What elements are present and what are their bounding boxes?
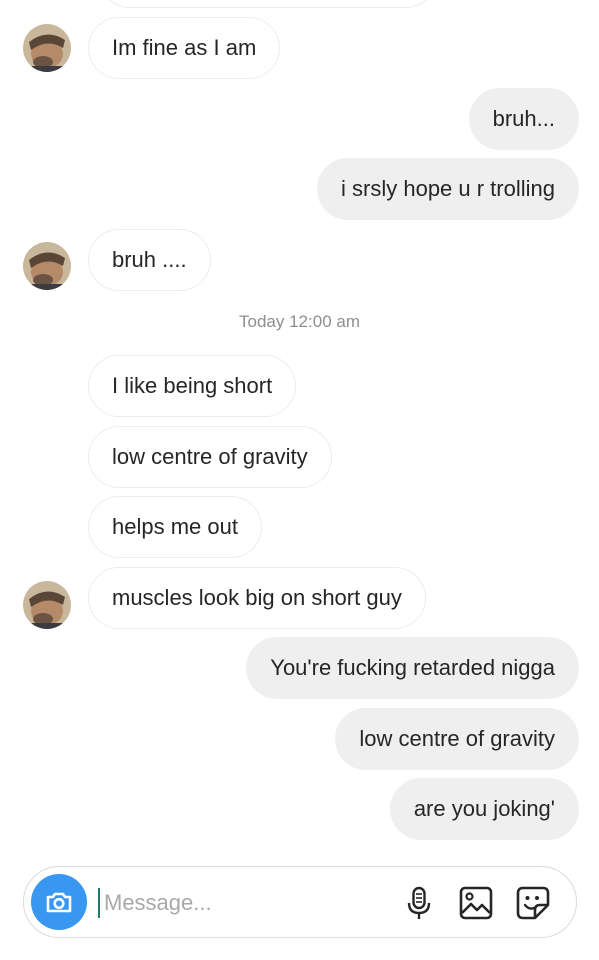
sticker-icon [516, 886, 550, 920]
outgoing-message[interactable]: i srsly hope u r trolling [317, 158, 579, 220]
camera-button[interactable] [31, 874, 87, 930]
microphone-icon [407, 886, 431, 919]
profile-photo-icon [23, 581, 71, 629]
incoming-message[interactable]: bruh .... [88, 229, 211, 291]
incoming-message[interactable]: I like being short [88, 355, 297, 417]
incoming-message[interactable]: low centre of gravity [88, 426, 332, 488]
outgoing-message[interactable]: low centre of gravity [335, 708, 579, 770]
sticker-button[interactable] [513, 883, 553, 923]
outgoing-message[interactable]: bruh... [468, 88, 579, 150]
incoming-message[interactable]: Im fine as I am [88, 17, 281, 79]
partial-message-bubble [97, 0, 439, 8]
avatar[interactable] [23, 242, 71, 290]
timestamp: Today 12:00 am [239, 312, 360, 331]
outgoing-message[interactable]: are you joking' [389, 778, 579, 840]
avatar[interactable] [23, 24, 71, 72]
incoming-message[interactable]: helps me out [88, 496, 262, 558]
camera-icon [46, 892, 72, 913]
microphone-button[interactable] [399, 883, 439, 923]
message-composer [23, 866, 577, 938]
gallery-icon [459, 886, 493, 920]
text-cursor [98, 888, 100, 918]
incoming-message[interactable]: muscles look big on short guy [88, 567, 426, 629]
message-input[interactable] [104, 885, 374, 921]
gallery-button[interactable] [456, 883, 496, 923]
profile-photo-icon [23, 24, 71, 72]
profile-photo-icon [23, 242, 71, 290]
avatar[interactable] [23, 581, 71, 629]
outgoing-message[interactable]: You're fucking retarded nigga [246, 637, 579, 699]
